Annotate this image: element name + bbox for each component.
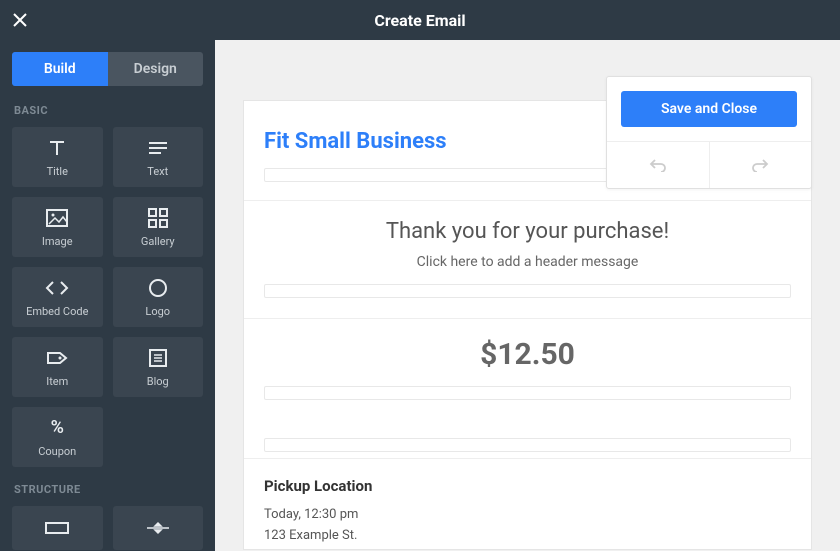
percent-icon: % [51, 417, 64, 439]
tile-divider[interactable] [113, 506, 204, 550]
tile-item[interactable]: Item [12, 337, 103, 397]
pickup-time: Today, 12:30 pm [264, 507, 791, 522]
tile-image[interactable]: Image [12, 197, 103, 257]
rectangle-icon [44, 517, 70, 539]
tile-label: Title [47, 165, 68, 178]
text-icon [147, 137, 169, 159]
image-icon [46, 207, 68, 229]
divider-icon [145, 517, 171, 539]
gallery-icon [148, 207, 168, 229]
undo-button[interactable] [607, 142, 709, 188]
tab-design[interactable]: Design [108, 52, 204, 86]
title-icon [46, 137, 68, 159]
undo-icon [649, 158, 667, 172]
tile-label: Logo [145, 305, 170, 318]
tabs: Build Design [12, 52, 203, 86]
tile-container[interactable] [12, 506, 103, 550]
tile-label: Text [147, 165, 168, 178]
tile-gallery[interactable]: Gallery [113, 197, 204, 257]
header-message-placeholder[interactable]: Click here to add a header message [244, 254, 811, 270]
save-close-button[interactable]: Save and Close [621, 91, 797, 127]
code-icon [45, 277, 69, 299]
logo-icon [148, 277, 168, 299]
redo-button[interactable] [709, 142, 812, 188]
tag-icon [46, 347, 68, 369]
save-panel: Save and Close [606, 76, 812, 189]
tile-blog[interactable]: Blog [113, 337, 204, 397]
topbar: Create Email [0, 0, 840, 40]
placeholder-line[interactable] [264, 386, 791, 400]
redo-icon [751, 158, 769, 172]
tile-logo[interactable]: Logo [113, 267, 204, 327]
tile-label: Coupon [38, 445, 76, 458]
order-amount[interactable]: $12.50 [244, 337, 811, 372]
tile-title[interactable]: Title [12, 127, 103, 187]
section-structure: STRUCTURE [14, 483, 203, 496]
page-title: Create Email [374, 11, 465, 30]
tile-label: Blog [147, 375, 169, 388]
placeholder-line[interactable] [264, 284, 791, 298]
tile-label: Item [46, 375, 68, 388]
pickup-title: Pickup Location [264, 477, 791, 495]
tab-build[interactable]: Build [12, 52, 108, 86]
section-basic: BASIC [14, 104, 203, 117]
close-icon [13, 13, 27, 27]
tile-coupon[interactable]: % Coupon [12, 407, 103, 467]
canvas: Fit Small Business Thank you for your pu… [215, 40, 840, 551]
blog-icon [148, 347, 168, 369]
tile-label: Embed Code [26, 305, 88, 318]
tile-text[interactable]: Text [113, 127, 204, 187]
tile-label: Gallery [141, 235, 175, 248]
sidebar: Build Design BASIC Title Text Image Gall… [0, 40, 215, 551]
pickup-address: 123 Example St. [264, 528, 791, 543]
tile-label: Image [42, 235, 73, 248]
close-button[interactable] [0, 0, 40, 40]
tile-embed[interactable]: Embed Code [12, 267, 103, 327]
placeholder-line[interactable] [264, 438, 791, 452]
thank-you-heading[interactable]: Thank you for your purchase! [244, 219, 811, 244]
